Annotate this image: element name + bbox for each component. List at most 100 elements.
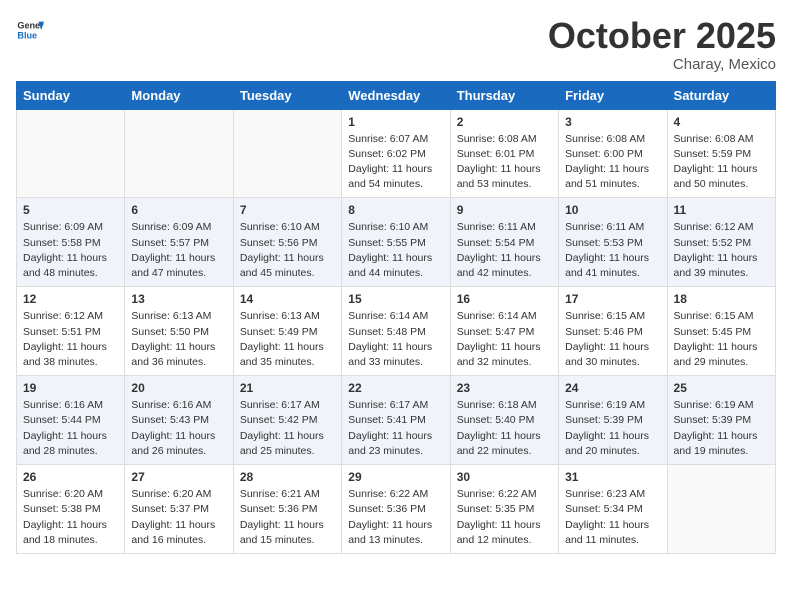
calendar-header-row: SundayMondayTuesdayWednesdayThursdayFrid… xyxy=(17,81,776,109)
day-info: Sunrise: 6:22 AMSunset: 5:35 PMDaylight:… xyxy=(457,487,552,548)
logo: General Blue xyxy=(16,16,44,44)
day-number: 19 xyxy=(23,381,118,395)
day-info: Sunrise: 6:18 AMSunset: 5:40 PMDaylight:… xyxy=(457,398,552,459)
day-info: Sunrise: 6:19 AMSunset: 5:39 PMDaylight:… xyxy=(674,398,769,459)
day-info: Sunrise: 6:16 AMSunset: 5:44 PMDaylight:… xyxy=(23,398,118,459)
calendar-day-cell: 5 Sunrise: 6:09 AMSunset: 5:58 PMDaylight… xyxy=(17,198,125,287)
weekday-header-wednesday: Wednesday xyxy=(342,81,450,109)
day-number: 3 xyxy=(565,115,660,129)
day-number: 18 xyxy=(674,292,769,306)
logo-icon: General Blue xyxy=(16,16,44,44)
day-info: Sunrise: 6:23 AMSunset: 5:34 PMDaylight:… xyxy=(565,487,660,548)
calendar-day-cell: 20 Sunrise: 6:16 AMSunset: 5:43 PMDayligh… xyxy=(125,376,233,465)
day-info: Sunrise: 6:11 AMSunset: 5:54 PMDaylight:… xyxy=(457,220,552,281)
day-number: 27 xyxy=(131,470,226,484)
day-info: Sunrise: 6:13 AMSunset: 5:49 PMDaylight:… xyxy=(240,309,335,370)
calendar-day-cell: 17Sunrise: 6:15 AMSunset: 5:46 PMDayligh… xyxy=(559,287,667,376)
day-number: 22 xyxy=(348,381,443,395)
day-number: 12 xyxy=(23,292,118,306)
day-info: Sunrise: 6:12 AMSunset: 5:52 PMDaylight:… xyxy=(674,220,769,281)
day-info: Sunrise: 6:13 AMSunset: 5:50 PMDaylight:… xyxy=(131,309,226,370)
weekday-header-saturday: Saturday xyxy=(667,81,775,109)
day-info: Sunrise: 6:07 AMSunset: 6:02 PMDaylight:… xyxy=(348,132,443,193)
day-number: 9 xyxy=(457,203,552,217)
day-number: 29 xyxy=(348,470,443,484)
day-number: 4 xyxy=(674,115,769,129)
day-info: Sunrise: 6:19 AMSunset: 5:39 PMDaylight:… xyxy=(565,398,660,459)
day-info: Sunrise: 6:16 AMSunset: 5:43 PMDaylight:… xyxy=(131,398,226,459)
day-info: Sunrise: 6:09 AMSunset: 5:58 PMDaylight:… xyxy=(23,220,118,281)
day-number: 20 xyxy=(131,381,226,395)
day-number: 31 xyxy=(565,470,660,484)
calendar-day-cell: 6 Sunrise: 6:09 AMSunset: 5:57 PMDaylight… xyxy=(125,198,233,287)
day-info: Sunrise: 6:08 AMSunset: 6:01 PMDaylight:… xyxy=(457,132,552,193)
calendar-day-cell: 3 Sunrise: 6:08 AMSunset: 6:00 PMDaylight… xyxy=(559,109,667,198)
calendar-day-cell xyxy=(667,465,775,554)
day-number: 28 xyxy=(240,470,335,484)
title-area: October 2025 Charay, Mexico xyxy=(548,16,776,73)
calendar-week-row: 1 Sunrise: 6:07 AMSunset: 6:02 PMDaylight… xyxy=(17,109,776,198)
day-number: 21 xyxy=(240,381,335,395)
calendar-day-cell: 30 Sunrise: 6:22 AMSunset: 5:35 PMDayligh… xyxy=(450,465,558,554)
day-number: 13 xyxy=(131,292,226,306)
day-number: 10 xyxy=(565,203,660,217)
calendar-day-cell: 23Sunrise: 6:18 AMSunset: 5:40 PMDayligh… xyxy=(450,376,558,465)
calendar-day-cell: 26Sunrise: 6:20 AMSunset: 5:38 PMDayligh… xyxy=(17,465,125,554)
day-info: Sunrise: 6:17 AMSunset: 5:42 PMDaylight:… xyxy=(240,398,335,459)
weekday-header-thursday: Thursday xyxy=(450,81,558,109)
day-info: Sunrise: 6:08 AMSunset: 6:00 PMDaylight:… xyxy=(565,132,660,193)
svg-text:Blue: Blue xyxy=(17,30,37,40)
calendar-day-cell: 21 Sunrise: 6:17 AMSunset: 5:42 PMDayligh… xyxy=(233,376,341,465)
day-number: 11 xyxy=(674,203,769,217)
day-number: 14 xyxy=(240,292,335,306)
day-info: Sunrise: 6:10 AMSunset: 5:56 PMDaylight:… xyxy=(240,220,335,281)
calendar-day-cell: 28Sunrise: 6:21 AMSunset: 5:36 PMDayligh… xyxy=(233,465,341,554)
day-number: 6 xyxy=(131,203,226,217)
day-info: Sunrise: 6:11 AMSunset: 5:53 PMDaylight:… xyxy=(565,220,660,281)
calendar-day-cell: 27Sunrise: 6:20 AMSunset: 5:37 PMDayligh… xyxy=(125,465,233,554)
calendar-day-cell: 25 Sunrise: 6:19 AMSunset: 5:39 PMDayligh… xyxy=(667,376,775,465)
day-number: 5 xyxy=(23,203,118,217)
day-info: Sunrise: 6:20 AMSunset: 5:38 PMDaylight:… xyxy=(23,487,118,548)
day-info: Sunrise: 6:10 AMSunset: 5:55 PMDaylight:… xyxy=(348,220,443,281)
day-info: Sunrise: 6:14 AMSunset: 5:47 PMDaylight:… xyxy=(457,309,552,370)
month-title: October 2025 xyxy=(548,16,776,56)
day-info: Sunrise: 6:12 AMSunset: 5:51 PMDaylight:… xyxy=(23,309,118,370)
day-info: Sunrise: 6:14 AMSunset: 5:48 PMDaylight:… xyxy=(348,309,443,370)
calendar-day-cell: 18 Sunrise: 6:15 AMSunset: 5:45 PMDayligh… xyxy=(667,287,775,376)
day-info: Sunrise: 6:15 AMSunset: 5:45 PMDaylight:… xyxy=(674,309,769,370)
calendar-day-cell: 13 Sunrise: 6:13 AMSunset: 5:50 PMDayligh… xyxy=(125,287,233,376)
calendar-day-cell: 7 Sunrise: 6:10 AMSunset: 5:56 PMDaylight… xyxy=(233,198,341,287)
calendar-day-cell: 11 Sunrise: 6:12 AMSunset: 5:52 PMDayligh… xyxy=(667,198,775,287)
calendar-week-row: 26Sunrise: 6:20 AMSunset: 5:38 PMDayligh… xyxy=(17,465,776,554)
calendar-week-row: 19 Sunrise: 6:16 AMSunset: 5:44 PMDayligh… xyxy=(17,376,776,465)
day-info: Sunrise: 6:08 AMSunset: 5:59 PMDaylight:… xyxy=(674,132,769,193)
calendar-day-cell xyxy=(125,109,233,198)
calendar-day-cell: 2 Sunrise: 6:08 AMSunset: 6:01 PMDaylight… xyxy=(450,109,558,198)
calendar-day-cell: 29 Sunrise: 6:22 AMSunset: 5:36 PMDayligh… xyxy=(342,465,450,554)
calendar-day-cell xyxy=(17,109,125,198)
calendar-day-cell: 31 Sunrise: 6:23 AMSunset: 5:34 PMDayligh… xyxy=(559,465,667,554)
calendar-day-cell: 10 Sunrise: 6:11 AMSunset: 5:53 PMDayligh… xyxy=(559,198,667,287)
calendar-day-cell: 19 Sunrise: 6:16 AMSunset: 5:44 PMDayligh… xyxy=(17,376,125,465)
day-number: 30 xyxy=(457,470,552,484)
day-number: 16 xyxy=(457,292,552,306)
calendar-day-cell: 4 Sunrise: 6:08 AMSunset: 5:59 PMDaylight… xyxy=(667,109,775,198)
calendar-week-row: 5 Sunrise: 6:09 AMSunset: 5:58 PMDaylight… xyxy=(17,198,776,287)
day-number: 25 xyxy=(674,381,769,395)
weekday-header-friday: Friday xyxy=(559,81,667,109)
calendar-day-cell: 22Sunrise: 6:17 AMSunset: 5:41 PMDayligh… xyxy=(342,376,450,465)
calendar-day-cell: 9 Sunrise: 6:11 AMSunset: 5:54 PMDaylight… xyxy=(450,198,558,287)
day-info: Sunrise: 6:15 AMSunset: 5:46 PMDaylight:… xyxy=(565,309,660,370)
weekday-header-tuesday: Tuesday xyxy=(233,81,341,109)
day-info: Sunrise: 6:22 AMSunset: 5:36 PMDaylight:… xyxy=(348,487,443,548)
day-number: 2 xyxy=(457,115,552,129)
day-number: 1 xyxy=(348,115,443,129)
day-info: Sunrise: 6:09 AMSunset: 5:57 PMDaylight:… xyxy=(131,220,226,281)
day-number: 8 xyxy=(348,203,443,217)
calendar: SundayMondayTuesdayWednesdayThursdayFrid… xyxy=(16,81,776,554)
day-number: 7 xyxy=(240,203,335,217)
calendar-day-cell: 16 Sunrise: 6:14 AMSunset: 5:47 PMDayligh… xyxy=(450,287,558,376)
weekday-header-monday: Monday xyxy=(125,81,233,109)
day-number: 15 xyxy=(348,292,443,306)
